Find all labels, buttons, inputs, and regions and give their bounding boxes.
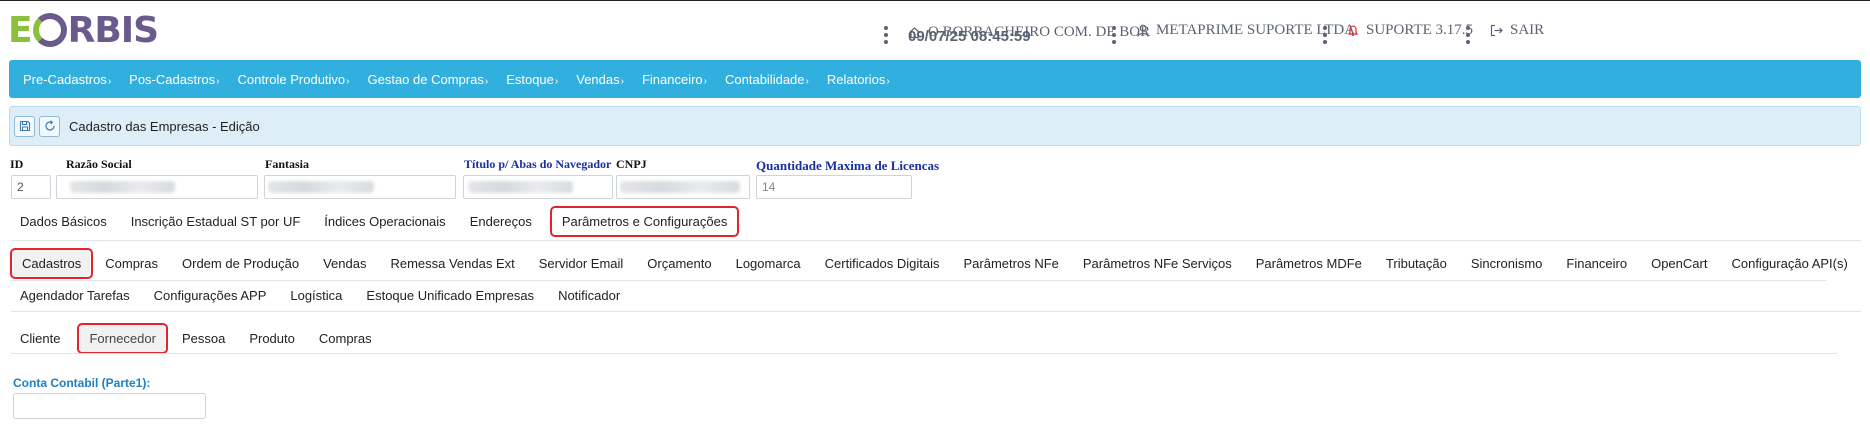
- redacted-value: [268, 181, 374, 193]
- razao-social-label: Razão Social: [66, 157, 132, 171]
- page-title: Cadastro das Empresas - Edição: [69, 118, 260, 134]
- tab-tributacao[interactable]: Tributação: [1377, 250, 1456, 277]
- licencas-field[interactable]: 14: [756, 175, 912, 199]
- tab-divider: [11, 240, 1861, 241]
- refresh-icon: [44, 120, 55, 131]
- tab-cliente[interactable]: Cliente: [11, 325, 69, 352]
- tab-indices-operacionais[interactable]: Índices Operacionais: [315, 208, 454, 235]
- tab-ordem-producao[interactable]: Ordem de Produção: [173, 250, 308, 277]
- fantasia-label: Fantasia: [265, 157, 310, 171]
- tab-certificados-digitais[interactable]: Certificados Digitais: [816, 250, 949, 277]
- logo-text: RBIS: [67, 9, 159, 51]
- tab-remessa-vendas-ext[interactable]: Remessa Vendas Ext: [381, 250, 523, 277]
- menu-pre-cadastros[interactable]: Pre-Cadastros›: [23, 72, 111, 87]
- redacted-value: [620, 181, 740, 193]
- menu-controle-produtivo[interactable]: Controle Produtivo›: [237, 72, 349, 87]
- tab-orcamento[interactable]: Orçamento: [638, 250, 720, 277]
- sub-tabs: Cliente Fornecedor Pessoa Produto Compra…: [11, 323, 381, 354]
- tab-inscricao-estadual[interactable]: Inscrição Estadual ST por UF: [122, 208, 310, 235]
- company-name: O BORRACHEIRO COM. DE BOR: [928, 24, 1151, 40]
- config-tabs-row2: Agendador Tarefas Configurações APP Logí…: [11, 282, 629, 309]
- header-support[interactable]: SUPORTE 3.17.5: [1347, 22, 1473, 39]
- tab-logistica[interactable]: Logística: [281, 282, 351, 309]
- bell-icon: [1347, 24, 1359, 37]
- menu-pos-cadastros[interactable]: Pos-Cadastros›: [129, 72, 219, 87]
- menu-contabilidade[interactable]: Contabilidade›: [725, 72, 809, 87]
- tab-cadastros[interactable]: Cadastros: [9, 248, 94, 279]
- cnpj-label: CNPJ: [616, 157, 647, 171]
- tab-vendas[interactable]: Vendas: [314, 250, 375, 277]
- conta-contabil-field[interactable]: [13, 393, 206, 419]
- tab-parametros-configuracoes[interactable]: Parâmetros e Configurações: [549, 206, 740, 237]
- tab-dados-basicos[interactable]: Dados Básicos: [11, 208, 116, 235]
- save-button[interactable]: [14, 115, 35, 137]
- tab-enderecos[interactable]: Endereços: [461, 208, 541, 235]
- tab-parametros-mdfe[interactable]: Parâmetros MDFe: [1247, 250, 1371, 277]
- redacted-value: [468, 181, 573, 193]
- logout-label: SAIR: [1510, 22, 1545, 38]
- kebab-menu-icon[interactable]: [1112, 26, 1116, 44]
- tab-notificador[interactable]: Notificador: [549, 282, 629, 309]
- tab-parametros-nfe-servicos[interactable]: Parâmetros NFe Serviços: [1074, 250, 1241, 277]
- menu-estoque[interactable]: Estoque›: [506, 72, 558, 87]
- kebab-menu-icon[interactable]: [1466, 26, 1470, 44]
- tab-logomarca[interactable]: Logomarca: [727, 250, 810, 277]
- home-icon: [908, 26, 921, 39]
- tab-sincronismo[interactable]: Sincronismo: [1462, 250, 1552, 277]
- redacted-value: [70, 181, 175, 193]
- user-icon: [1137, 24, 1149, 37]
- tab-produto[interactable]: Produto: [240, 325, 304, 352]
- tab-compras-sub[interactable]: Compras: [310, 325, 381, 352]
- tab-estoque-unificado[interactable]: Estoque Unificado Empresas: [357, 282, 543, 309]
- tab-divider: [11, 353, 1837, 354]
- tab-servidor-email[interactable]: Servidor Email: [530, 250, 633, 277]
- menu-relatorios[interactable]: Relatorios›: [827, 72, 890, 87]
- logo-letter-e: E: [8, 9, 33, 51]
- main-tabs: Dados Básicos Inscrição Estadual ST por …: [11, 206, 740, 237]
- tab-financeiro[interactable]: Financeiro: [1557, 250, 1636, 277]
- tab-opencart[interactable]: OpenCart: [1642, 250, 1716, 277]
- tab-configuracoes-app[interactable]: Configurações APP: [145, 282, 276, 309]
- save-icon: [19, 120, 30, 132]
- support-version: SUPORTE 3.17.5: [1366, 22, 1474, 38]
- tab-divider: [11, 311, 1861, 312]
- eorbis-logo: E RBIS: [8, 9, 159, 51]
- menu-gestao-compras[interactable]: Gestao de Compras›: [368, 72, 489, 87]
- menu-financeiro[interactable]: Financeiro›: [642, 72, 707, 87]
- tab-agendador-tarefas[interactable]: Agendador Tarefas: [11, 282, 139, 309]
- kebab-menu-icon[interactable]: [884, 26, 888, 44]
- conta-contabil-label: Conta Contabil (Parte1):: [13, 376, 151, 390]
- tab-pessoa[interactable]: Pessoa: [173, 325, 234, 352]
- id-label: ID: [10, 157, 24, 171]
- logout-link[interactable]: SAIR: [1490, 22, 1544, 39]
- main-menu-bar: Pre-Cadastros› Pos-Cadastros› Controle P…: [9, 60, 1861, 98]
- config-tabs-row1: Cadastros Compras Ordem de Produção Vend…: [9, 248, 1857, 279]
- id-field[interactable]: 2: [11, 175, 51, 199]
- tab-configuracao-apis[interactable]: Configuração API(s): [1722, 250, 1856, 277]
- licencas-label: Quantidade Maxima de Licencas: [756, 158, 940, 173]
- tab-parametros-nfe[interactable]: Parâmetros NFe: [955, 250, 1068, 277]
- kebab-menu-icon[interactable]: [1323, 26, 1327, 44]
- form-toolbar: Cadastro das Empresas - Edição: [9, 106, 1861, 146]
- logo-orbit-icon: [32, 13, 67, 47]
- top-border: [0, 0, 1870, 1]
- tab-fornecedor[interactable]: Fornecedor: [77, 323, 169, 354]
- titulo-abas-label: Título p/ Abas do Navegador: [464, 157, 612, 171]
- refresh-button[interactable]: [39, 115, 60, 137]
- tab-divider: [11, 280, 1826, 281]
- tab-compras[interactable]: Compras: [96, 250, 167, 277]
- logout-icon: [1490, 24, 1503, 37]
- menu-vendas[interactable]: Vendas›: [576, 72, 624, 87]
